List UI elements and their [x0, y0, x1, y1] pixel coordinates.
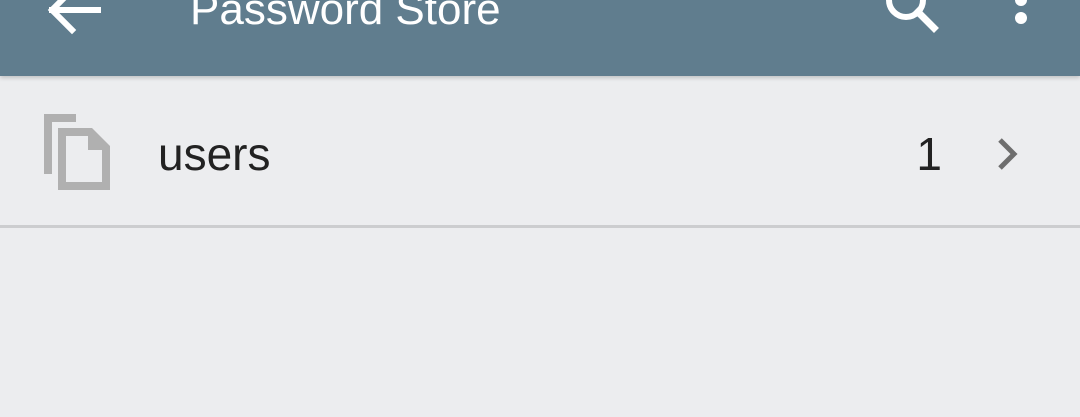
list-item-label: users [158, 128, 271, 180]
more-vert-icon [1015, 0, 1027, 24]
list-item-count: 1 [916, 128, 942, 180]
search-button[interactable] [876, 0, 946, 40]
chevron-right-icon [990, 136, 1026, 172]
list-item-users[interactable]: users 1 [0, 80, 1080, 225]
overflow-menu-button[interactable] [996, 0, 1046, 40]
arrow-back-icon [47, 0, 101, 35]
folder-copy-icon [40, 112, 114, 190]
list-divider [0, 225, 1080, 228]
back-button[interactable] [40, 0, 110, 40]
app-toolbar: Password Store [0, 0, 1080, 76]
search-icon [886, 0, 939, 33]
toolbar-title: Password Store [190, 0, 501, 34]
